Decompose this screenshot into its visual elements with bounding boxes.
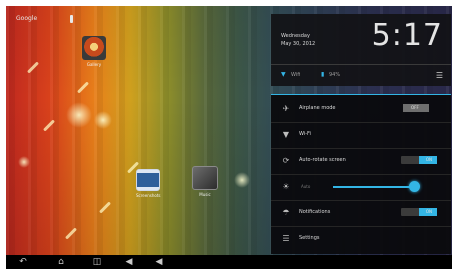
recent-apps-icon[interactable]: ◫ — [90, 257, 104, 267]
qs-row-label: Wi-Fi — [299, 131, 311, 137]
home-icon[interactable]: ⌂ — [54, 257, 68, 267]
settings-sliders-icon: ☰ — [282, 234, 290, 243]
app-icon-music[interactable]: Music — [192, 166, 218, 197]
qs-row-label: Airplane mode — [299, 105, 336, 111]
wallpaper-glow — [66, 102, 92, 128]
panel-divider — [271, 64, 451, 65]
qs-row-label: Auto-rotate screen — [299, 157, 346, 163]
airplane-icon: ✈ — [282, 104, 290, 113]
brightness-slider[interactable] — [333, 186, 413, 188]
qs-row-auto-rotate[interactable]: ⟳ Auto-rotate screen ON — [271, 148, 451, 175]
wifi-settings-icon: ▼ — [282, 130, 290, 139]
rotate-icon: ⟳ — [282, 156, 290, 165]
brightness-slider-thumb[interactable] — [409, 181, 420, 192]
status-bar-label: Google — [16, 15, 38, 22]
settings-shortcut-icon[interactable]: ☰ — [436, 71, 443, 80]
volume-up-icon[interactable]: ◀ — [152, 257, 166, 267]
notifications-icon: ☂ — [282, 208, 290, 217]
app-caption: Screenshots — [136, 193, 161, 198]
quick-settings-panel: ✈ Airplane mode OFF ▼ Wi-Fi ⟳ Auto-rotat… — [271, 94, 451, 254]
airplane-mode-toggle[interactable]: OFF — [403, 104, 429, 112]
app-icon-gallery[interactable]: Gallery — [82, 36, 106, 67]
panel-accent-line — [271, 94, 451, 95]
wallpaper-glow — [234, 172, 250, 188]
auto-rotate-toggle[interactable]: ON — [401, 156, 437, 164]
qs-row-wifi[interactable]: ▼ Wi-Fi — [271, 122, 451, 149]
notification-header[interactable]: Wednesday May 30, 2012 5:17 ▼ Wifi ▮ 94%… — [271, 14, 451, 86]
notifications-toggle[interactable]: ON — [401, 208, 437, 216]
app-caption: Gallery — [86, 62, 102, 67]
app-tile — [136, 169, 161, 191]
date-text: May 30, 2012 — [281, 41, 316, 47]
qs-row-label: Settings — [299, 235, 320, 241]
status-indicator-icon — [70, 15, 73, 23]
qs-row-settings[interactable]: ☰ Settings — [271, 226, 451, 252]
toggle-state: ON — [425, 157, 432, 162]
wallpaper-glow — [94, 111, 112, 129]
app-tile — [192, 166, 218, 190]
home-screen: Google Gallery Screenshots Music Wednesd… — [6, 6, 452, 269]
wifi-status-text: Wifi — [291, 72, 301, 78]
app-icon-screenshots[interactable]: Screenshots — [136, 169, 160, 198]
toggle-state: OFF — [411, 105, 419, 110]
qs-row-airplane-mode[interactable]: ✈ Airplane mode OFF — [271, 96, 451, 123]
navigation-bar: ↶ ⌂ ◫ ◀ ◀ — [6, 255, 452, 269]
app-tile — [82, 36, 106, 60]
wallpaper-glow — [18, 156, 30, 168]
brightness-icon: ☀ — [282, 182, 290, 191]
qs-row-label: Notifications — [299, 209, 331, 215]
wifi-icon: ▼ — [281, 71, 286, 78]
clock-time: 5:17 — [371, 18, 443, 53]
qs-row-brightness[interactable]: ☀ Auto — [271, 174, 451, 201]
app-caption: Music — [199, 192, 211, 197]
toggle-state: ON — [425, 209, 432, 214]
qs-row-notifications[interactable]: ☂ Notifications ON — [271, 200, 451, 227]
volume-down-icon[interactable]: ◀ — [122, 257, 136, 267]
battery-text: 94% — [329, 72, 341, 78]
back-icon[interactable]: ↶ — [16, 257, 30, 267]
brightness-auto-label: Auto — [301, 184, 311, 189]
battery-icon: ▮ — [321, 71, 325, 78]
weekday-text: Wednesday — [281, 33, 310, 39]
